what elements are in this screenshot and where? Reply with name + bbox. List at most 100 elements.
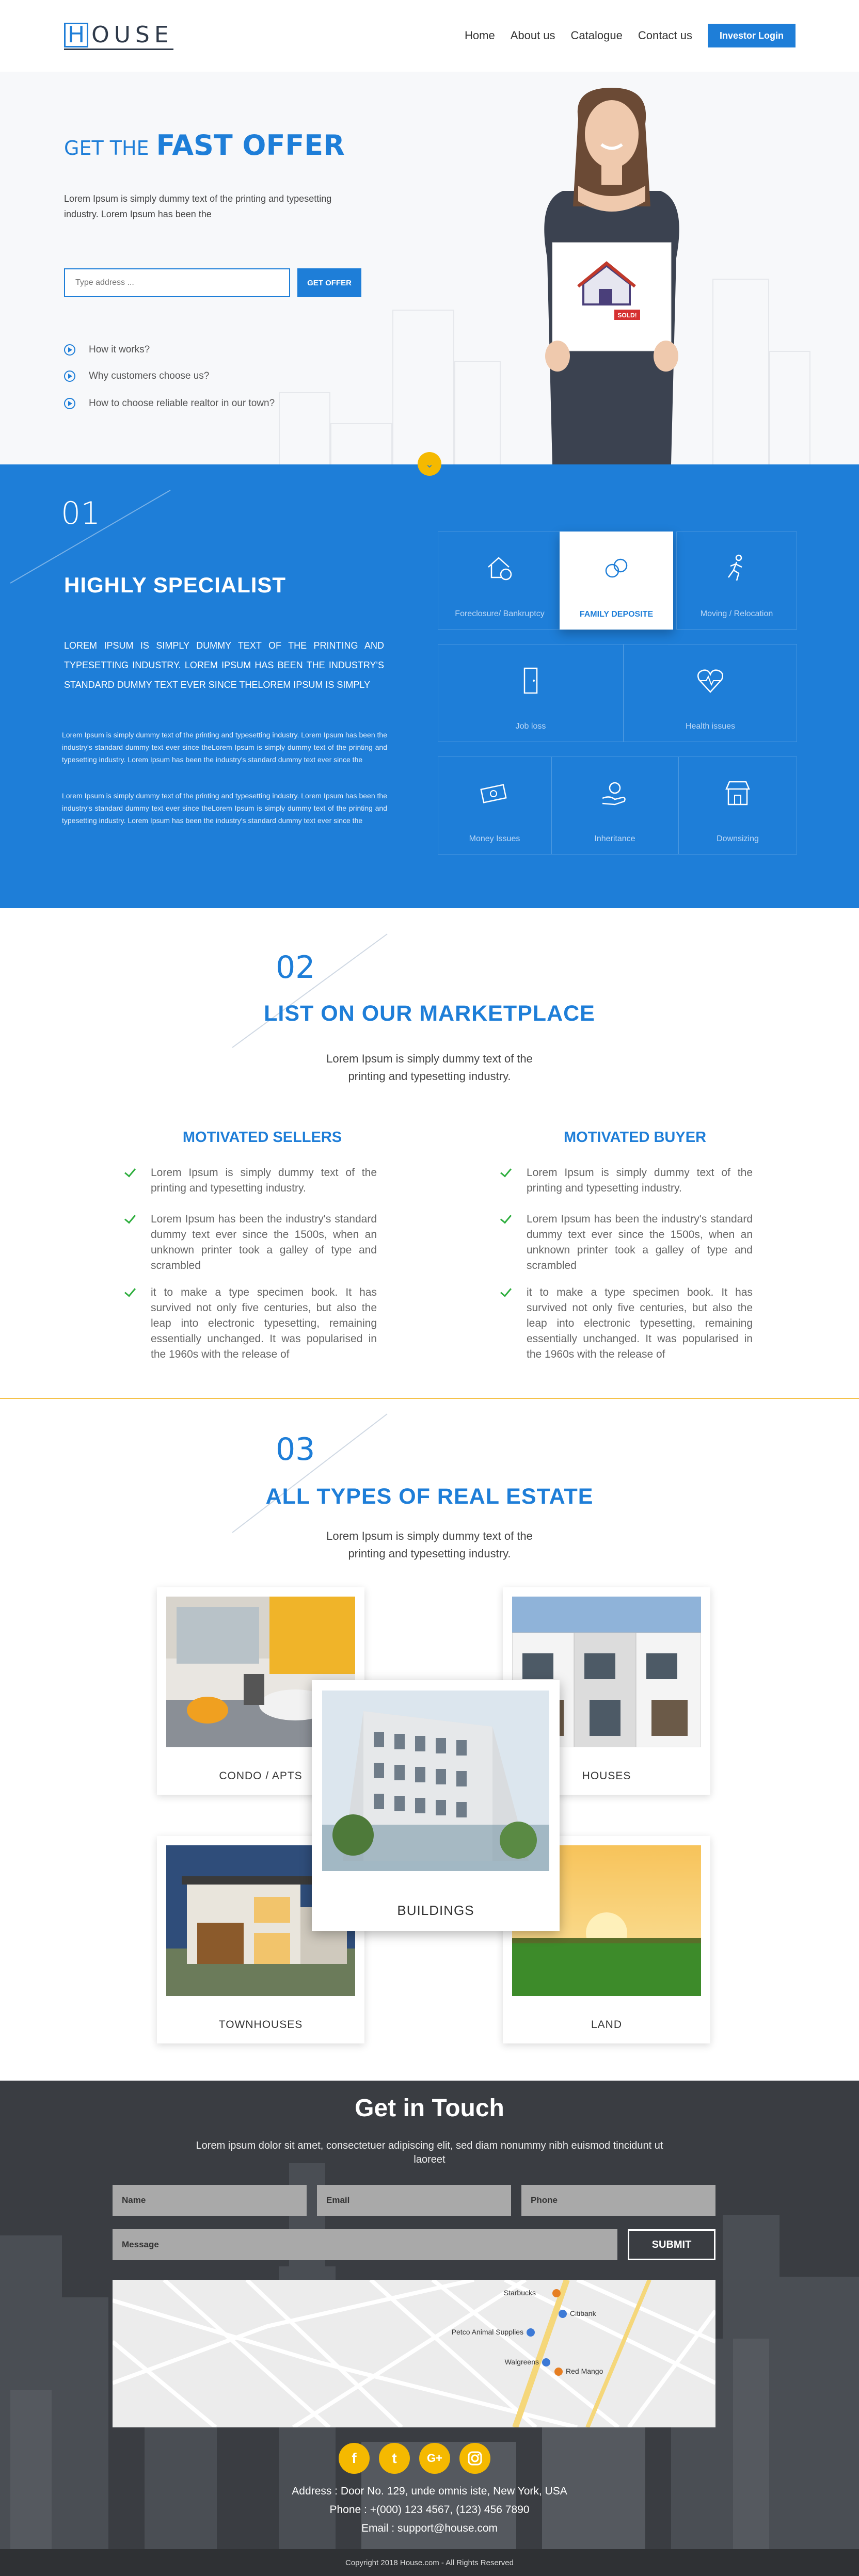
section-divider [0, 1398, 859, 1399]
card-label: LAND [591, 2019, 623, 2031]
map[interactable]: Starbucks Citibank Petco Animal Supplies… [113, 2280, 715, 2427]
marketplace-subtitle: Lorem Ipsum is simply dummy text of the p… [326, 1052, 533, 1083]
submit-button[interactable]: SUBMIT [628, 2229, 715, 2260]
service-inheritance[interactable]: Inheritance [551, 756, 678, 855]
nav-catalogue[interactable]: Catalogue [571, 29, 623, 42]
logo-text: OUSE [91, 22, 173, 48]
address-input[interactable] [64, 268, 290, 297]
logo[interactable]: H OUSE [64, 23, 173, 50]
nav-about-us[interactable]: About us [511, 29, 555, 42]
phone-text: Phone : +(000) 123 4567, (123) 456 7890 [329, 2504, 530, 2516]
check-icon [124, 1214, 139, 1223]
hero-title: GET THE FAST OFFER [64, 129, 345, 162]
bg-building [392, 310, 454, 464]
house-coin-icon [488, 557, 512, 581]
twitter-icon[interactable]: t [379, 2443, 410, 2474]
rings-icon [605, 558, 628, 578]
check-icon [124, 1287, 139, 1296]
facebook-icon[interactable]: f [339, 2443, 370, 2474]
get-offer-button[interactable]: GET OFFER [297, 268, 361, 297]
check-icon [500, 1287, 515, 1296]
street-map: Starbucks Citibank Petco Animal Supplies… [113, 2280, 715, 2427]
card-label: TOWNHOUSES [218, 2019, 303, 2031]
shop-icon [725, 781, 750, 806]
copyright: Copyright 2018 House.com - All Rights Re… [0, 2549, 859, 2576]
running-man-icon [727, 554, 742, 581]
list-item: Lorem Ipsum has been the industry's stan… [500, 1212, 753, 1274]
list-item: it to make a type specimen book. It has … [500, 1285, 753, 1362]
contact-text: Lorem ipsum dolor sit amet, consectetuer… [196, 2140, 663, 2165]
name-field[interactable]: Name [113, 2185, 307, 2216]
list-item: it to make a type specimen book. It has … [124, 1285, 377, 1362]
bg-building [279, 392, 330, 464]
email-text[interactable]: Email : support@house.com [0, 2522, 859, 2535]
service-money-issues[interactable]: Money Issues [438, 756, 551, 855]
card-buildings[interactable]: BUILDINGS [312, 1680, 560, 1931]
faq-link-choose-realtor[interactable]: How to choose reliable realtor in our to… [64, 398, 275, 409]
hero-text: Lorem Ipsum is simply dummy text of the … [64, 194, 332, 219]
woman-holding-sign-image: SOLD! [544, 88, 679, 464]
list-item: Lorem Ipsum is simply dummy text of the … [124, 1165, 377, 1196]
real-estate-title: ALL TYPES OF REAL ESTATE [265, 1484, 594, 1509]
google-plus-icon[interactable]: G+ [419, 2443, 450, 2474]
instagram-icon[interactable] [459, 2443, 490, 2474]
bg-building [712, 279, 769, 464]
email-field[interactable]: Email [317, 2185, 511, 2216]
diagonal-line [232, 1413, 388, 1533]
bg-building [330, 423, 392, 464]
card-label: BUILDINGS [397, 1903, 474, 1918]
section-number: 03 [276, 1431, 315, 1468]
section-number: 02 [276, 949, 315, 986]
service-health-issues[interactable]: Health issues [624, 644, 797, 742]
services-title: HIGHLY SPECIALIST [64, 573, 287, 597]
buyer-title: MOTIVATED BUYER [563, 1129, 707, 1146]
main-nav: Home About us Catalogue Contact us [465, 29, 692, 42]
nav-contact-us[interactable]: Contact us [638, 29, 692, 42]
map-label-petco: Petco Animal Supplies [452, 2328, 523, 2336]
address-text: Address : Door No. 129, unde omnis iste,… [292, 2485, 567, 2497]
services-paragraph: Lorem Ipsum is simply dummy text of the … [62, 792, 387, 825]
logo-letter: H [64, 23, 89, 47]
service-foreclosure[interactable]: Foreclosure/ Bankruptcy [438, 532, 562, 630]
service-family-deposite[interactable]: FAMILY DEPOSITE [560, 532, 673, 630]
map-label-starbucks: Starbucks [504, 2289, 536, 2297]
real-estate-subtitle: Lorem Ipsum is simply dummy text of the p… [326, 1530, 533, 1560]
play-circle-icon [64, 398, 75, 409]
faq-link-why-choose-us[interactable]: Why customers choose us? [64, 371, 209, 382]
service-downsizing[interactable]: Downsizing [678, 756, 797, 855]
investor-login-button[interactable]: Investor Login [708, 24, 796, 47]
map-label-citibank: Citibank [570, 2309, 597, 2317]
bg-building [769, 351, 810, 464]
scroll-down-icon[interactable]: ⌄ [418, 452, 441, 476]
money-icon [480, 784, 507, 803]
list-item: Lorem Ipsum has been the industry's stan… [124, 1212, 377, 1274]
phone-field[interactable]: Phone [521, 2185, 715, 2216]
list-item: Lorem Ipsum is simply dummy text of the … [500, 1165, 753, 1196]
contact-title: Get in Touch [355, 2095, 504, 2122]
nav-home[interactable]: Home [465, 29, 495, 42]
door-icon [523, 667, 538, 694]
service-job-loss[interactable]: Job loss [438, 644, 624, 742]
bg-building [454, 361, 501, 464]
marketplace-title: LIST ON OUR MARKETPLACE [264, 1001, 595, 1026]
play-circle-icon [64, 371, 75, 382]
service-moving[interactable]: Moving / Relocation [676, 532, 797, 630]
diagonal-line [232, 933, 388, 1048]
check-icon [500, 1214, 515, 1223]
buildings-image [322, 1691, 549, 1871]
section-number: 01 [61, 495, 101, 532]
hand-coin-icon [602, 782, 626, 806]
sold-sign-text: SOLD! [617, 312, 637, 319]
header: H OUSE Home About us Catalogue Contact us… [0, 0, 859, 72]
heartbeat-icon [697, 669, 723, 693]
map-label-walgreens: Walgreens [505, 2358, 539, 2366]
services-paragraph: Lorem Ipsum is simply dummy text of the … [62, 731, 387, 764]
message-field[interactable]: Message [113, 2229, 617, 2260]
map-label-red-mango: Red Mango [566, 2367, 603, 2375]
check-icon [500, 1167, 515, 1177]
services-upper-text: LOREM IPSUM IS SIMPLY DUMMY TEXT OF THE … [64, 640, 384, 690]
sellers-title: MOTIVATED SELLERS [182, 1129, 342, 1146]
faq-link-how-it-works[interactable]: How it works? [64, 344, 150, 356]
play-circle-icon [64, 344, 75, 356]
check-icon [124, 1167, 139, 1177]
